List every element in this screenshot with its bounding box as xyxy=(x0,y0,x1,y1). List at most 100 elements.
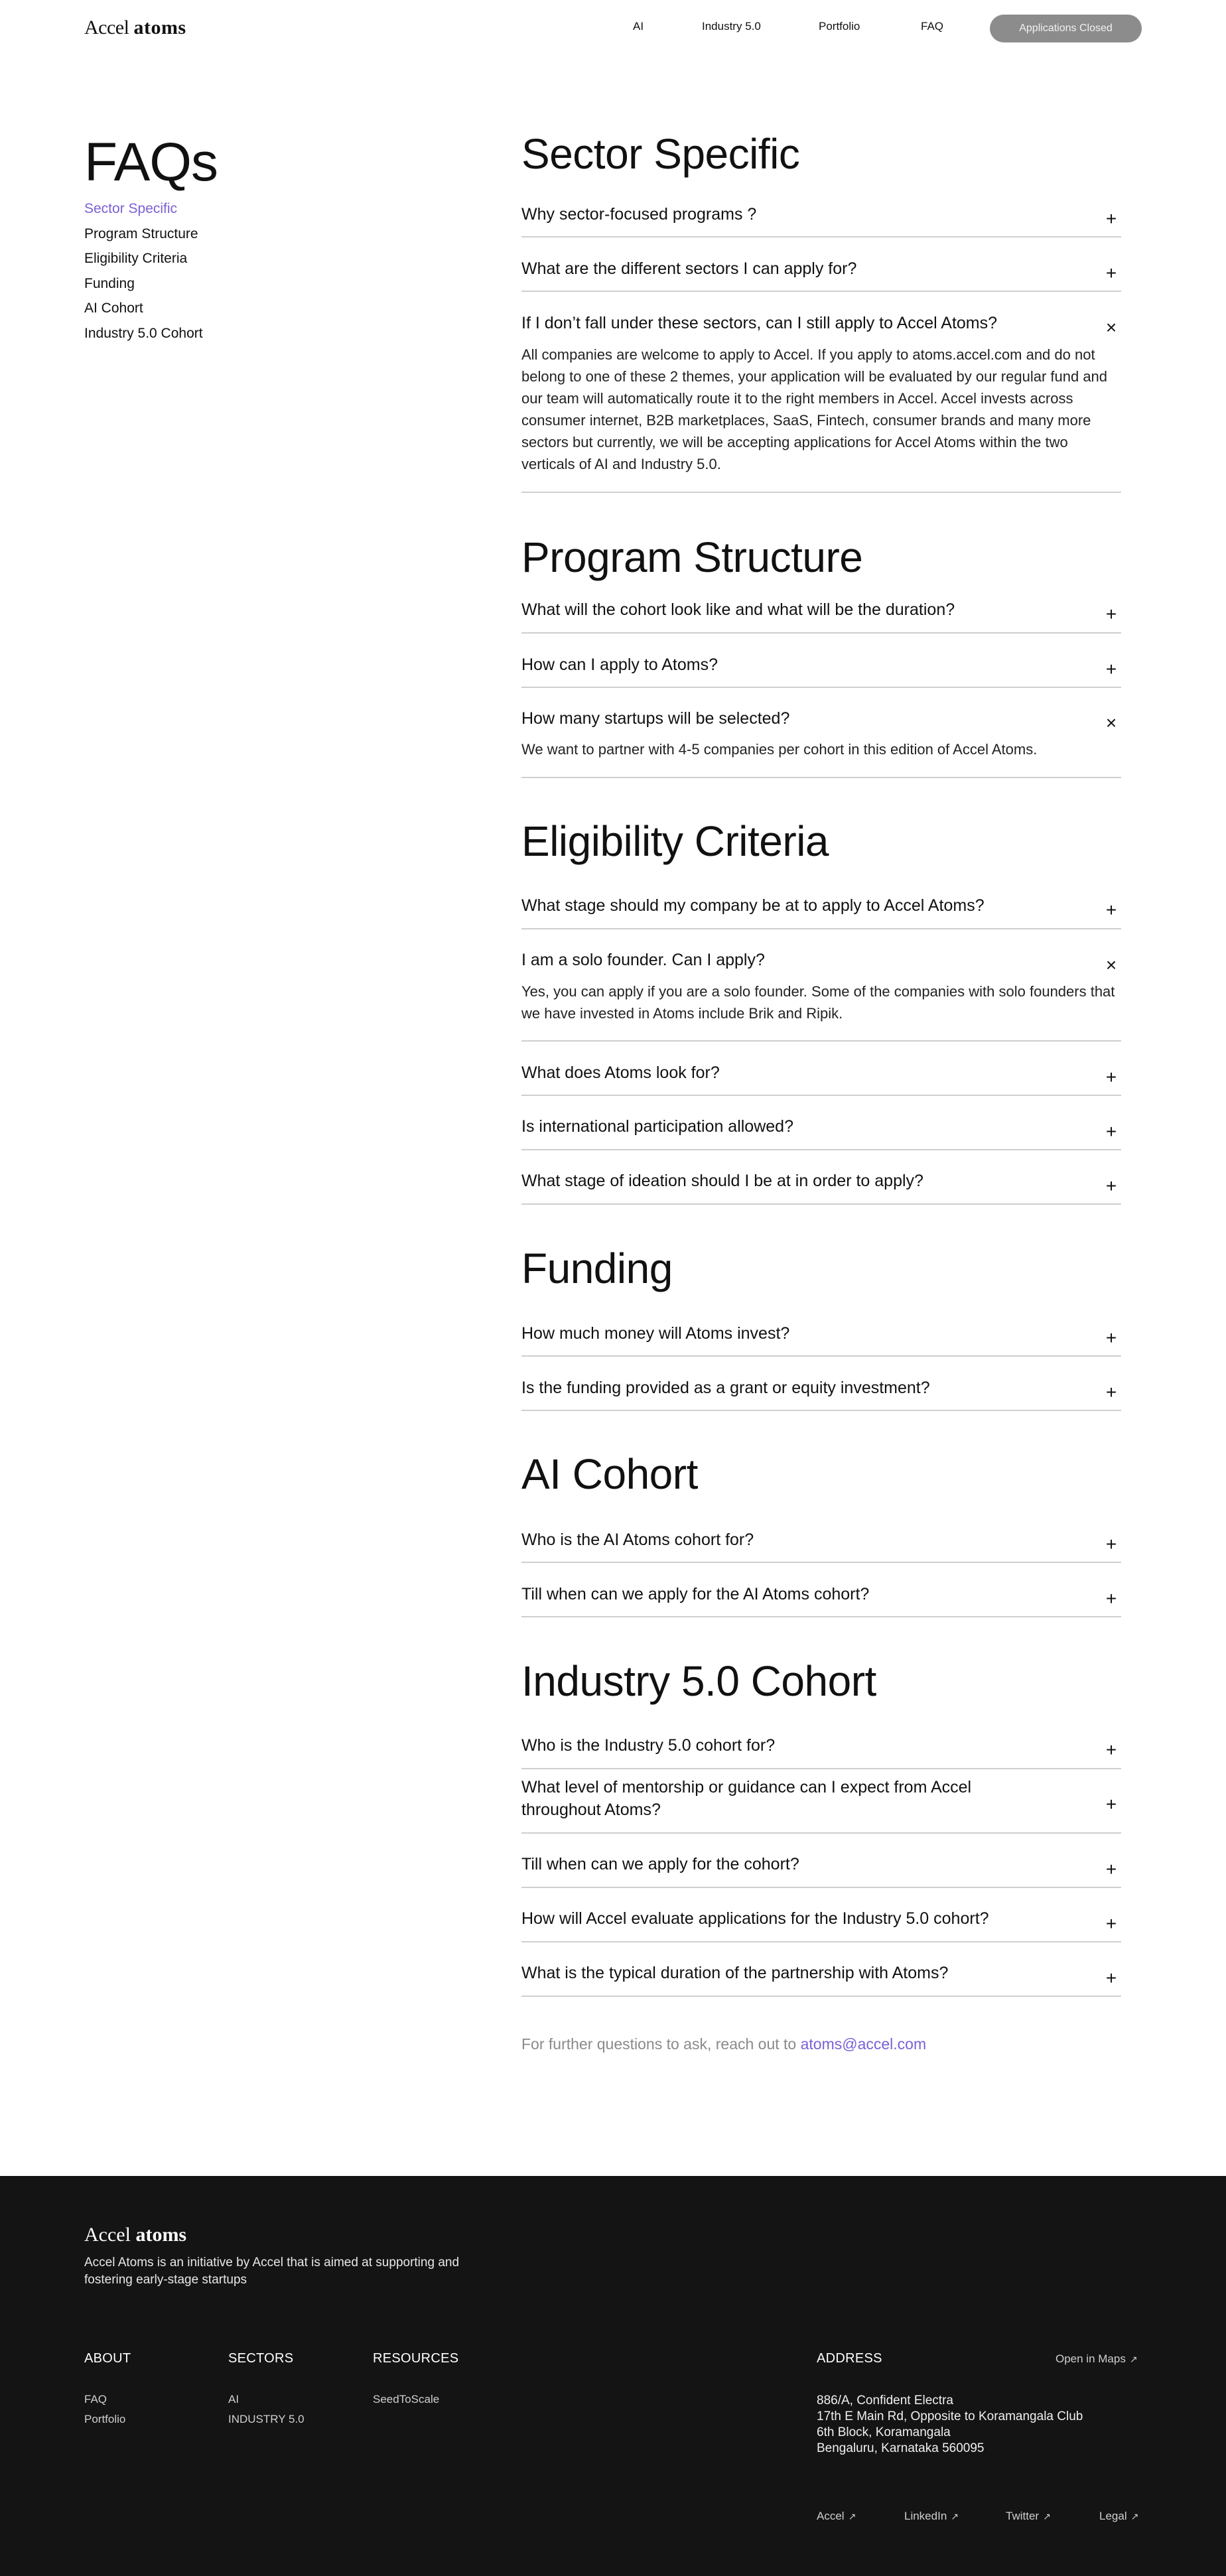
nav-faq[interactable]: FAQ xyxy=(921,20,943,33)
footer-heading-sectors: SECTORS xyxy=(228,2351,294,2366)
divider xyxy=(521,1941,1121,1942)
faq-question[interactable]: What level of mentorship or guidance can… xyxy=(521,1776,1026,1821)
site-footer: Accel atoms Accel Atoms is an initiative… xyxy=(0,2176,1226,2576)
external-link-icon: ↗ xyxy=(1129,2354,1138,2364)
faq-question[interactable]: Till when can we apply for the cohort? xyxy=(521,1853,1105,1875)
faq-question[interactable]: I am a solo founder. Can I apply? xyxy=(521,949,1105,971)
faq-answer: All companies are welcome to apply to Ac… xyxy=(521,346,1108,472)
divider xyxy=(521,1562,1121,1563)
plus-icon[interactable]: + xyxy=(1103,264,1119,283)
footer-logo[interactable]: Accel atoms xyxy=(84,2224,186,2246)
faq-question[interactable]: If I don’t fall under these sectors, can… xyxy=(521,312,1105,334)
plus-icon[interactable]: + xyxy=(1103,1969,1119,1988)
divider xyxy=(521,1616,1121,1617)
site-header: Accel atoms AI Industry 5.0 Portfolio FA… xyxy=(0,0,1226,58)
divider xyxy=(521,492,1121,493)
further-questions: For further questions to ask, reach out … xyxy=(521,2035,927,2053)
social-link-linkedin[interactable]: LinkedIn ↗ xyxy=(904,2510,959,2523)
social-link-twitter[interactable]: Twitter ↗ xyxy=(1006,2510,1051,2523)
plus-icon[interactable]: + xyxy=(1103,210,1119,228)
social-link-legal[interactable]: Legal ↗ xyxy=(1099,2510,1138,2523)
plus-icon[interactable]: + xyxy=(1103,660,1119,679)
footer-link-ai[interactable]: AI xyxy=(228,2393,239,2406)
section-title-eligibility: Eligibility Criteria xyxy=(521,817,829,865)
divider xyxy=(521,1410,1121,1411)
divider xyxy=(521,1040,1121,1042)
faq-question[interactable]: How much money will Atoms invest? xyxy=(521,1322,1105,1345)
contact-email-link[interactable]: atoms@accel.com xyxy=(801,2035,927,2053)
divider xyxy=(521,1203,1121,1205)
sidebar-item-ai-cohort[interactable]: AI Cohort xyxy=(84,296,203,321)
plus-icon[interactable]: + xyxy=(1103,1795,1119,1814)
footer-link-seedtoscale[interactable]: SeedToScale xyxy=(373,2393,439,2406)
divider xyxy=(521,1996,1121,1997)
footer-link-portfolio[interactable]: Portfolio xyxy=(84,2413,125,2426)
faq-question[interactable]: How can I apply to Atoms? xyxy=(521,653,1105,676)
plus-icon[interactable]: + xyxy=(1103,1860,1119,1879)
divider xyxy=(521,1095,1121,1096)
faq-question[interactable]: How will Accel evaluate applications for… xyxy=(521,1907,1105,1930)
footer-address: 886/A, Confident Electra 17th E Main Rd,… xyxy=(817,2394,1083,2455)
faq-question[interactable]: How many startups will be selected? xyxy=(521,707,1105,730)
faq-question[interactable]: Till when can we apply for the AI Atoms … xyxy=(521,1583,1105,1605)
applications-closed-button[interactable]: Applications Closed xyxy=(990,15,1142,42)
divider xyxy=(521,632,1121,634)
footer-link-faq[interactable]: FAQ xyxy=(84,2393,107,2406)
footer-heading-resources: RESOURCES xyxy=(373,2351,459,2366)
close-icon[interactable]: × xyxy=(1103,956,1119,975)
divider xyxy=(521,687,1121,688)
plus-icon[interactable]: + xyxy=(1103,1535,1119,1554)
close-icon[interactable]: × xyxy=(1103,318,1119,337)
sidebar-item-industry-cohort[interactable]: Industry 5.0 Cohort xyxy=(84,321,203,346)
section-title-program: Program Structure xyxy=(521,533,863,581)
faq-question[interactable]: What will the cohort look like and what … xyxy=(521,598,1105,621)
plus-icon[interactable]: + xyxy=(1103,1329,1119,1347)
divider xyxy=(521,236,1121,237)
nav-ai[interactable]: AI xyxy=(633,20,644,33)
external-link-icon: ↗ xyxy=(951,2511,959,2522)
divider xyxy=(521,1832,1121,1834)
section-title-funding: Funding xyxy=(521,1245,673,1292)
divider xyxy=(521,1149,1121,1150)
footer-link-industry[interactable]: INDUSTRY 5.0 xyxy=(228,2413,305,2426)
nav-industry[interactable]: Industry 5.0 xyxy=(702,20,761,33)
sidebar-item-eligibility[interactable]: Eligibility Criteria xyxy=(84,246,203,271)
divider xyxy=(521,1768,1121,1769)
plus-icon[interactable]: + xyxy=(1103,1741,1119,1759)
external-link-icon: ↗ xyxy=(1043,2511,1051,2522)
plus-icon[interactable]: + xyxy=(1103,1122,1119,1141)
plus-icon[interactable]: + xyxy=(1103,1177,1119,1195)
open-in-maps-link[interactable]: Open in Maps ↗ xyxy=(1056,2352,1138,2366)
social-link-accel[interactable]: Accel ↗ xyxy=(817,2510,856,2523)
plus-icon[interactable]: + xyxy=(1103,901,1119,919)
faq-question[interactable]: What are the different sectors I can app… xyxy=(521,257,1105,280)
accel-atoms-logo[interactable]: Accel atoms xyxy=(84,17,186,39)
faq-question[interactable]: What stage should my company be at to ap… xyxy=(521,894,1105,917)
faq-category-nav: Sector Specific Program Structure Eligib… xyxy=(84,196,203,346)
plus-icon[interactable]: + xyxy=(1103,605,1119,624)
faq-answer: Yes, you can apply if you are a solo fou… xyxy=(521,983,1115,1022)
faq-question[interactable]: What is the typical duration of the part… xyxy=(521,1962,1105,1984)
plus-icon[interactable]: + xyxy=(1103,1068,1119,1087)
close-icon[interactable]: × xyxy=(1103,714,1119,732)
faq-question[interactable]: Who is the Industry 5.0 cohort for? xyxy=(521,1734,1105,1757)
faq-question[interactable]: Who is the AI Atoms cohort for? xyxy=(521,1528,1105,1551)
external-link-icon: ↗ xyxy=(848,2511,856,2522)
divider xyxy=(521,1355,1121,1357)
faq-question[interactable]: Is international participation allowed? xyxy=(521,1115,1105,1138)
nav-portfolio[interactable]: Portfolio xyxy=(819,20,860,33)
faq-question[interactable]: What stage of ideation should I be at in… xyxy=(521,1170,1105,1192)
plus-icon[interactable]: + xyxy=(1103,1383,1119,1402)
sidebar-item-funding[interactable]: Funding xyxy=(84,271,203,297)
plus-icon[interactable]: + xyxy=(1103,1915,1119,1933)
sidebar-item-sector-specific[interactable]: Sector Specific xyxy=(84,196,203,222)
faq-question[interactable]: Why sector-focused programs ? xyxy=(521,203,1105,226)
divider xyxy=(521,928,1121,929)
sidebar-item-program-structure[interactable]: Program Structure xyxy=(84,222,203,247)
faq-answer: We want to partner with 4-5 companies pe… xyxy=(521,741,1038,758)
page-title: FAQs xyxy=(84,132,218,192)
faq-question[interactable]: What does Atoms look for? xyxy=(521,1061,1105,1084)
footer-heading-address: ADDRESS xyxy=(817,2351,882,2366)
faq-question[interactable]: Is the funding provided as a grant or eq… xyxy=(521,1377,1105,1399)
plus-icon[interactable]: + xyxy=(1103,1590,1119,1608)
